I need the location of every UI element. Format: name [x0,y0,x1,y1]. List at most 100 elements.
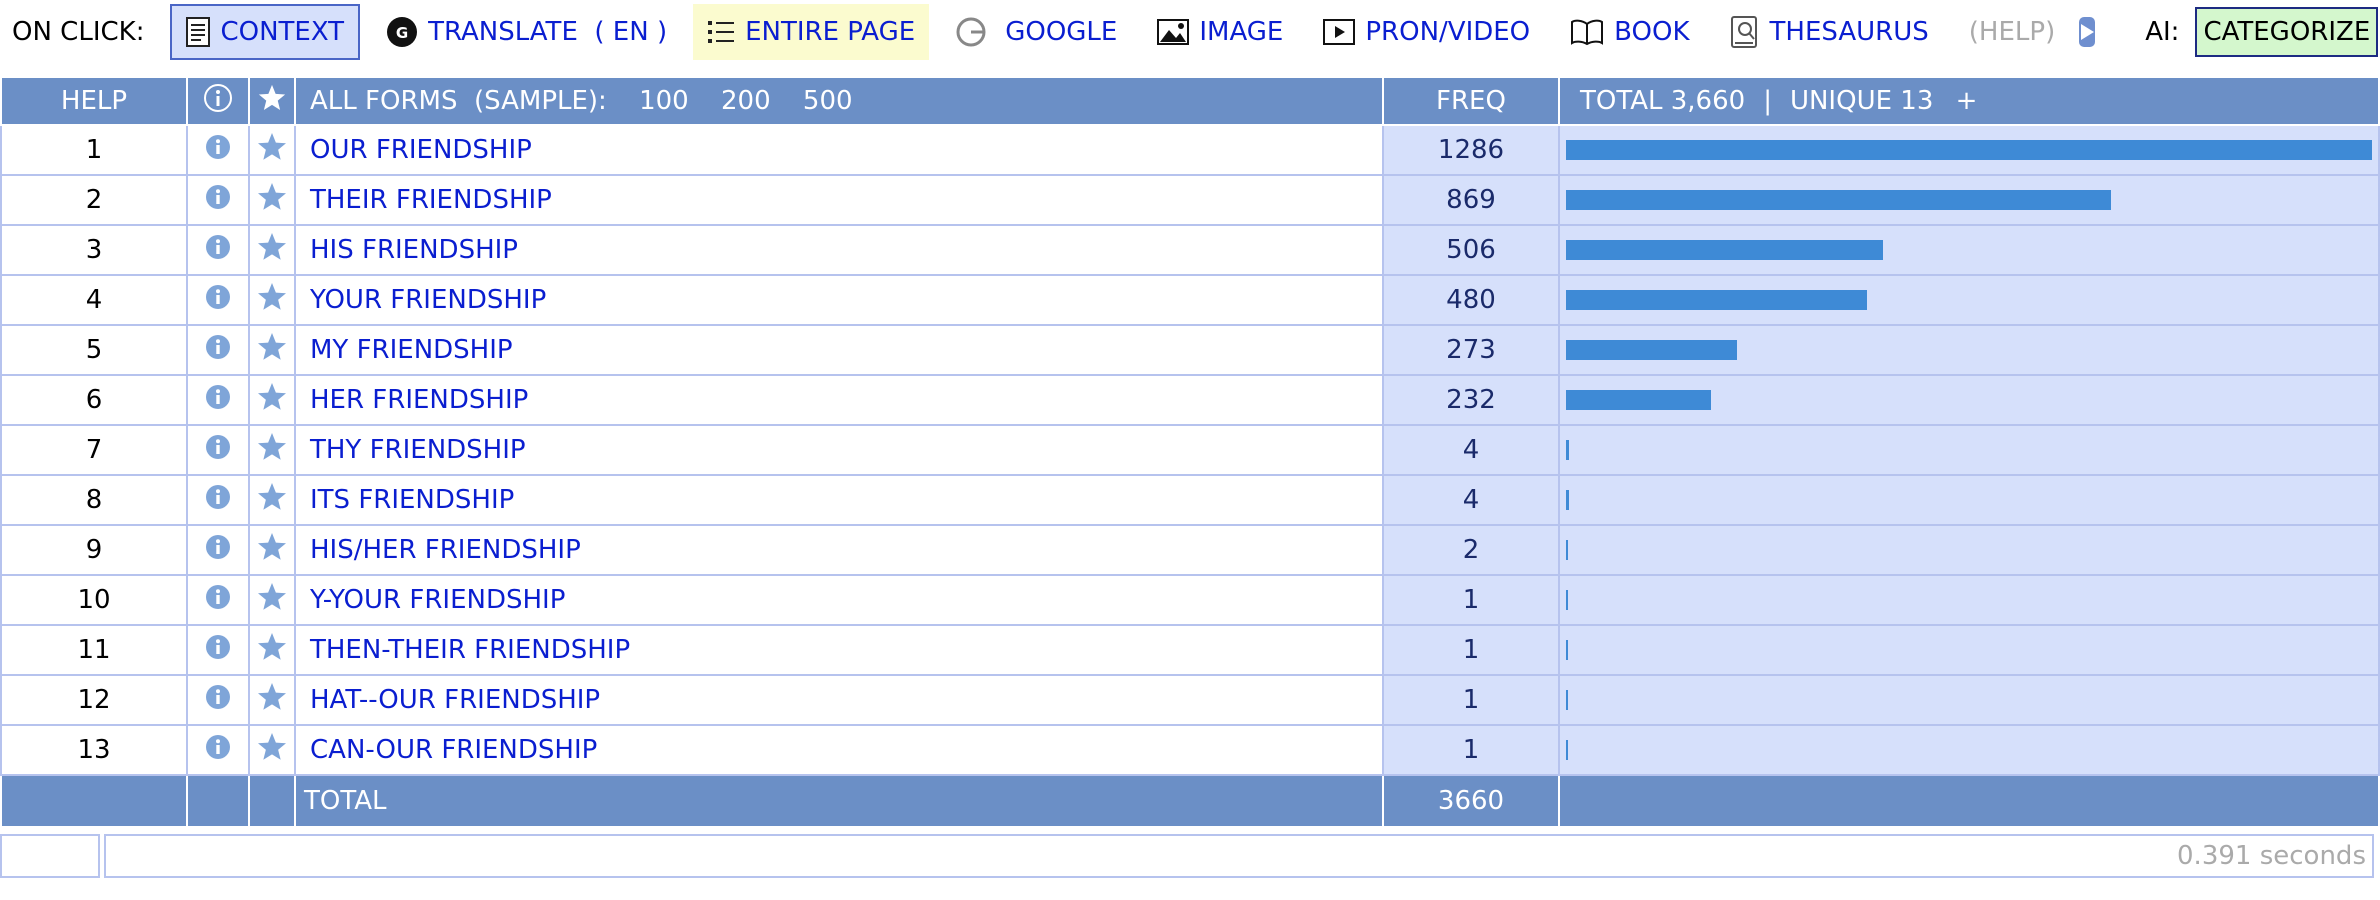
star-icon[interactable] [256,381,288,413]
star-icon[interactable] [256,231,288,263]
info-icon[interactable] [205,384,231,410]
word-link[interactable]: HIS FRIENDSHIP [310,235,518,265]
star-icon[interactable] [256,281,288,313]
row-star-cell[interactable] [248,474,296,526]
info-icon[interactable] [205,484,231,510]
word-link[interactable]: HER FRIENDSHIP [310,385,528,415]
expand-plus-button[interactable]: + [1956,86,1978,116]
row-info-cell[interactable] [186,724,250,776]
row-number-text: 11 [77,635,111,665]
row-info-cell[interactable] [186,524,250,576]
thesaurus-button[interactable]: THESAURUS [1716,4,1943,60]
row-info-cell[interactable] [186,674,250,726]
row-word-cell[interactable]: CAN-OUR FRIENDSHIP [294,724,1384,776]
star-icon[interactable] [256,731,288,763]
sample-100-link[interactable]: 100 [639,86,689,116]
row-star-cell[interactable] [248,374,296,426]
row-word-cell[interactable]: THEN-THEIR FRIENDSHIP [294,624,1384,676]
row-word-cell[interactable]: HIS/HER FRIENDSHIP [294,524,1384,576]
word-link[interactable]: Y-YOUR FRIENDSHIP [310,585,565,615]
row-star-cell[interactable] [248,124,296,176]
word-link[interactable]: ITS FRIENDSHIP [310,485,514,515]
star-icon[interactable] [256,581,288,613]
translate-button[interactable]: G TRANSLATE ( EN ) [372,4,681,60]
google-button[interactable]: GOOGLE [941,4,1131,60]
sample-500-link[interactable]: 500 [803,86,853,116]
row-info-cell[interactable] [186,374,250,426]
row-word-cell[interactable]: HER FRIENDSHIP [294,374,1384,426]
context-button[interactable]: CONTEXT [170,4,361,60]
star-icon[interactable] [256,181,288,213]
info-icon[interactable] [205,534,231,560]
row-word-cell[interactable]: THEIR FRIENDSHIP [294,174,1384,226]
info-icon[interactable] [205,584,231,610]
help-link[interactable]: (HELP) [1955,4,2069,60]
info-icon[interactable] [205,434,231,460]
row-word-cell[interactable]: ITS FRIENDSHIP [294,474,1384,526]
row-word-cell[interactable]: YOUR FRIENDSHIP [294,274,1384,326]
table-row: 2 THEIR FRIENDSHIP 869 [0,174,2380,226]
row-star-cell[interactable] [248,324,296,376]
star-icon[interactable] [256,431,288,463]
star-icon[interactable] [256,531,288,563]
help-column-header[interactable]: HELP [0,76,188,126]
row-info-cell[interactable] [186,274,250,326]
row-info-cell[interactable] [186,574,250,626]
freq-column-header[interactable]: FREQ [1382,76,1560,126]
word-link[interactable]: CAN-OUR FRIENDSHIP [310,735,597,765]
row-word-cell[interactable]: OUR FRIENDSHIP [294,124,1384,176]
info-icon[interactable] [205,184,231,210]
star-icon[interactable] [256,631,288,663]
star-icon[interactable] [256,681,288,713]
row-info-cell[interactable] [186,624,250,676]
frequency-bar [1566,540,1568,560]
word-link[interactable]: OUR FRIENDSHIP [310,135,532,165]
row-star-cell[interactable] [248,574,296,626]
entire-page-button[interactable]: ENTIRE PAGE [693,4,930,60]
row-star-cell[interactable] [248,174,296,226]
video-help-button[interactable] [2079,17,2096,47]
unique-count: UNIQUE 13 [1789,86,1934,116]
star-icon[interactable] [256,131,288,163]
row-info-cell[interactable] [186,324,250,376]
word-link[interactable]: YOUR FRIENDSHIP [310,285,546,315]
row-star-cell[interactable] [248,674,296,726]
book-button[interactable]: BOOK [1556,4,1703,60]
info-icon[interactable] [205,284,231,310]
row-word-cell[interactable]: Y-YOUR FRIENDSHIP [294,574,1384,626]
word-link[interactable]: MY FRIENDSHIP [310,335,513,365]
row-word-cell[interactable]: THY FRIENDSHIP [294,424,1384,476]
image-button[interactable]: IMAGE [1143,4,1297,60]
row-info-cell[interactable] [186,424,250,476]
row-star-cell[interactable] [248,624,296,676]
row-word-cell[interactable]: MY FRIENDSHIP [294,324,1384,376]
row-info-cell[interactable] [186,224,250,276]
pron-video-button[interactable]: PRON/VIDEO [1309,4,1544,60]
star-icon[interactable] [256,481,288,513]
info-icon[interactable] [205,334,231,360]
word-link[interactable]: THY FRIENDSHIP [310,435,526,465]
word-link[interactable]: THEN-THEIR FRIENDSHIP [310,635,630,665]
row-info-cell[interactable] [186,124,250,176]
info-icon[interactable] [205,734,231,760]
row-star-cell[interactable] [248,224,296,276]
row-info-cell[interactable] [186,174,250,226]
row-star-cell[interactable] [248,424,296,476]
row-star-cell[interactable] [248,274,296,326]
star-icon[interactable] [256,331,288,363]
row-star-cell[interactable] [248,524,296,576]
row-info-cell[interactable] [186,474,250,526]
info-icon[interactable] [205,684,231,710]
categorize-button[interactable]: CATEGORIZE [2195,7,2379,57]
word-link[interactable]: HAT--OUR FRIENDSHIP [310,685,600,715]
freq-value: 232 [1446,385,1496,415]
word-link[interactable]: THEIR FRIENDSHIP [310,185,552,215]
word-link[interactable]: HIS/HER FRIENDSHIP [310,535,581,565]
sample-200-link[interactable]: 200 [721,86,771,116]
row-star-cell[interactable] [248,724,296,776]
row-word-cell[interactable]: HAT--OUR FRIENDSHIP [294,674,1384,726]
info-icon[interactable] [205,134,231,160]
info-icon[interactable] [205,634,231,660]
row-word-cell[interactable]: HIS FRIENDSHIP [294,224,1384,276]
info-icon[interactable] [205,234,231,260]
